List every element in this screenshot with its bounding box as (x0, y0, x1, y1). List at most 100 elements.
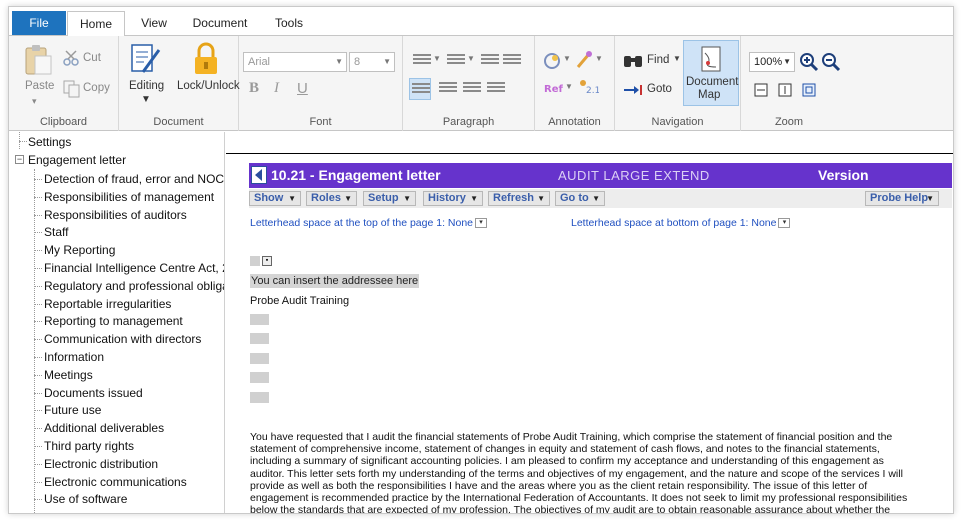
tree-item[interactable]: Additional deliverables (44, 419, 164, 437)
paragraph-format-icon[interactable] (503, 54, 521, 68)
zoom-out-icon[interactable] (821, 52, 841, 72)
italic-button[interactable]: I (274, 80, 279, 97)
audit-type-label: AUDIT LARGE EXTEND (558, 168, 710, 183)
align-left-button[interactable] (409, 78, 431, 100)
tree-item[interactable]: Meetings (44, 366, 93, 384)
editing-icon[interactable] (129, 42, 161, 76)
align-center-icon[interactable] (439, 82, 457, 96)
tree-connector (34, 428, 42, 430)
highlighter-icon[interactable] (575, 50, 593, 70)
bold-button[interactable]: B (249, 80, 259, 97)
tree-item[interactable]: Responsibilities of auditors (44, 206, 187, 224)
ribbon: Paste ▾ Cut Copy Clipboard Editing ▼ Loc… (9, 35, 953, 131)
chevron-down-icon[interactable]: ▼ (433, 54, 441, 63)
tree-item[interactable]: Use of software (44, 490, 127, 508)
tree-item-settings[interactable]: Settings (28, 133, 71, 151)
document-group-label: Document (153, 116, 204, 128)
address-field-5[interactable] (250, 392, 269, 403)
paragraph-line: auditor. This letter sets forth my under… (250, 467, 903, 480)
editing-label[interactable]: Editing (129, 80, 164, 92)
cut-label[interactable]: Cut (83, 52, 101, 64)
copy-icon[interactable] (63, 80, 81, 98)
tree-item[interactable]: Reporting to management (44, 312, 183, 330)
shape-annotation-icon[interactable] (543, 52, 561, 70)
address-field-4[interactable] (250, 372, 269, 383)
chevron-down-icon[interactable]: ▼ (565, 82, 573, 91)
indent-icon[interactable] (481, 54, 499, 68)
placeholder-field[interactable] (250, 256, 260, 266)
reference-annotation-icon[interactable]: Ref (543, 80, 565, 96)
tab-view[interactable]: View (131, 11, 177, 35)
address-field-2[interactable] (250, 333, 269, 344)
fit-page-icon[interactable] (777, 82, 793, 98)
tree-item[interactable]: Third party rights (44, 437, 134, 455)
document-back-icon[interactable] (251, 166, 267, 184)
address-field-3[interactable] (250, 353, 269, 364)
numbering-annotation-icon[interactable]: 2.1 (577, 78, 599, 96)
menu-history[interactable]: History ▼ (423, 191, 483, 206)
tab-document[interactable]: Document (187, 11, 253, 35)
tree-item[interactable]: Staff (44, 223, 68, 241)
underline-button[interactable]: U (297, 80, 308, 97)
tree-item[interactable]: Electronic distribution (44, 455, 158, 473)
font-family-select[interactable]: Arial ▼ (243, 52, 347, 72)
find-label[interactable]: Find (647, 54, 669, 66)
tab-tools[interactable]: Tools (267, 11, 311, 35)
actual-size-icon[interactable] (801, 82, 817, 98)
zoom-level-select[interactable]: 100% ▼ (749, 52, 795, 72)
goto-label[interactable]: Goto (647, 83, 672, 95)
menu-show[interactable]: Show ▼ (249, 191, 301, 206)
chevron-down-icon[interactable]: ▼ (563, 54, 571, 63)
tree-item-engagement-letter[interactable]: Engagement letter (28, 151, 126, 169)
tree-item[interactable]: Responsibilities of management (44, 188, 214, 206)
editing-dropdown-icon[interactable]: ▼ (141, 94, 151, 105)
letterhead-bottom-select[interactable]: Letterhead space at bottom of page 1: No… (571, 217, 791, 229)
goto-arrow-icon[interactable] (623, 84, 643, 96)
document-menu-bar: Show ▼ Roles ▼ Setup ▼ History ▼ Refresh ▼ Go… (249, 189, 952, 208)
field-options-icon[interactable]: ▪ (262, 256, 272, 266)
binoculars-icon[interactable] (623, 52, 643, 68)
lock-icon[interactable] (193, 42, 219, 76)
fit-width-icon[interactable] (753, 82, 769, 98)
align-right-icon[interactable] (463, 82, 481, 96)
justify-icon[interactable] (487, 82, 505, 96)
chevron-down-icon[interactable]: ▼ (467, 54, 475, 63)
tree-item[interactable]: Electronic communications (44, 473, 187, 491)
chevron-down-icon[interactable]: ▼ (673, 54, 681, 63)
tree-item[interactable]: Reportable irregularities (44, 295, 171, 313)
menu-probe-help[interactable]: Probe Help ▼ (865, 191, 939, 206)
cut-icon[interactable] (63, 50, 81, 66)
paste-icon[interactable] (23, 44, 53, 76)
menu-goto[interactable]: Go to ▼ (555, 191, 605, 206)
zoom-in-icon[interactable] (799, 52, 819, 72)
numbered-list-icon[interactable] (447, 54, 465, 68)
menu-roles[interactable]: Roles ▼ (306, 191, 357, 206)
bullet-list-icon[interactable] (413, 54, 431, 68)
tree-item[interactable]: Financial Intelligence Centre Act, 2001 (44, 259, 224, 277)
address-field-1[interactable] (250, 314, 269, 325)
menu-history-label: History (428, 192, 466, 204)
tree-item[interactable]: Detection of fraud, error and NOCLAR (44, 170, 224, 188)
tree-item[interactable]: My Reporting (44, 241, 115, 259)
collapse-icon[interactable]: − (15, 155, 24, 164)
menu-refresh[interactable]: Refresh ▼ (488, 191, 550, 206)
tab-home[interactable]: Home (67, 11, 125, 36)
tree-connector (19, 141, 27, 142)
tree-item[interactable]: Communication with directors (44, 330, 201, 348)
document-map-button[interactable]: Document Map (683, 40, 739, 106)
version-label: Version (818, 167, 869, 183)
font-size-select[interactable]: 8 ▼ (349, 52, 395, 72)
tree-item[interactable]: Documents issued (44, 384, 143, 402)
letterhead-top-select[interactable]: Letterhead space at the top of the page … (250, 217, 488, 229)
menu-setup[interactable]: Setup ▼ (363, 191, 416, 206)
chevron-down-icon[interactable]: ▼ (595, 54, 603, 63)
tab-file[interactable]: File (12, 11, 66, 35)
tree-item[interactable]: Information (44, 348, 104, 366)
copy-label[interactable]: Copy (83, 82, 110, 94)
addressee-placeholder[interactable]: You can insert the addressee here (250, 274, 420, 288)
tree-item[interactable]: Regulatory and professional obligations (44, 277, 224, 295)
lock-unlock-label[interactable]: Lock/Unlock (177, 80, 240, 92)
paste-label[interactable]: Paste (25, 80, 54, 92)
paste-dropdown-icon[interactable]: ▾ (32, 96, 37, 107)
tree-item[interactable]: Future use (44, 401, 101, 419)
